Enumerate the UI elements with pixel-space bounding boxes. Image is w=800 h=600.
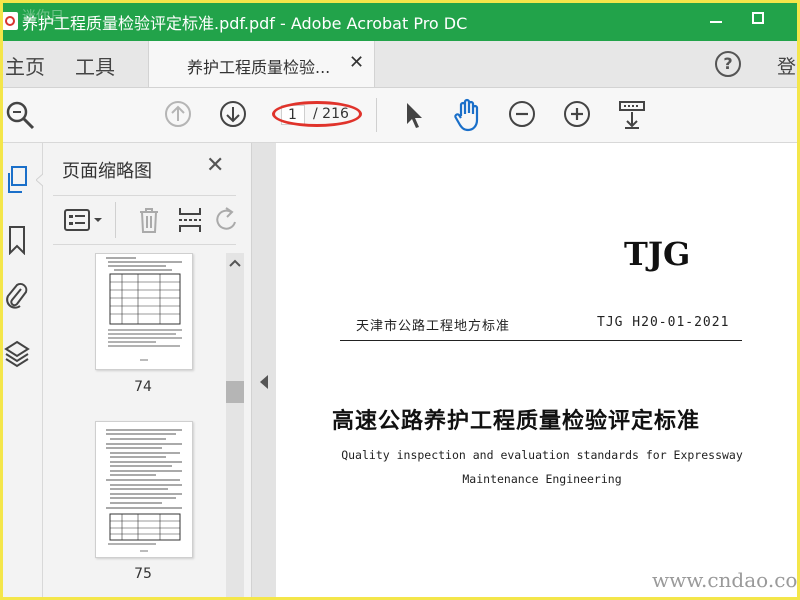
sign-in-link[interactable]: 登 (777, 52, 796, 79)
window-title: 养护工程质量检验评定标准.pdf.pdf - Adobe Acrobat Pro… (22, 14, 468, 33)
layers-icon[interactable] (3, 339, 31, 369)
delete-icon[interactable] (137, 206, 161, 234)
toolbar-divider (376, 98, 377, 132)
select-cursor-icon[interactable] (402, 100, 426, 130)
home-tab[interactable]: 主页 (5, 51, 45, 80)
thumbnail-page-number: 74 (134, 379, 152, 395)
bookmark-icon[interactable] (5, 225, 29, 255)
panel-title: 页面缩略图 (62, 161, 152, 182)
search-zoom-icon[interactable] (4, 99, 36, 131)
minimize-icon[interactable] (705, 10, 727, 30)
document-title-en-line2: Maintenance Engineering (462, 472, 622, 486)
hand-tool-icon[interactable] (452, 98, 484, 132)
document-tab-label: 养护工程质量检验... (187, 58, 331, 77)
scroll-up-icon[interactable] (229, 259, 241, 267)
navigation-rail (0, 143, 44, 600)
title-bar: 养护工程质量检验评定标准.pdf.pdf - Adobe Acrobat Pro… (0, 0, 800, 41)
pdf-app-icon (2, 12, 18, 30)
thumbnails-list: 74 75 (43, 253, 225, 600)
scroll-mode-icon[interactable] (617, 100, 647, 130)
tab-bar: 主页 工具 养护工程质量检验... ✕ ? 登 (0, 41, 800, 88)
page-number-highlight (272, 101, 362, 127)
site-watermark: www.cndao.com (652, 568, 800, 592)
thumbnail-page[interactable] (95, 253, 193, 370)
thumbnail-options-icon[interactable] (63, 208, 103, 232)
main-toolbar: 1 / 216 (0, 88, 800, 143)
thumbnails-panel: 页面缩略图 ✕ 74 75 (43, 143, 251, 600)
scrollbar-thumb[interactable] (226, 381, 244, 403)
watermark-top: 迷你日 (22, 9, 64, 25)
extract-icon[interactable] (177, 206, 203, 234)
thumbnail-page-number: 75 (134, 566, 152, 582)
attachment-icon[interactable] (4, 279, 30, 311)
standard-code: TJG H20-01-2021 (597, 315, 730, 330)
thumbnail-page[interactable] (95, 421, 193, 558)
document-tab[interactable]: 养护工程质量检验... ✕ (148, 41, 375, 87)
next-page-icon[interactable] (219, 100, 247, 128)
rotate-icon[interactable] (215, 206, 237, 234)
collapse-arrow-icon (260, 375, 268, 389)
prev-page-icon[interactable] (164, 100, 192, 128)
header-rule (340, 340, 742, 341)
tools-tab[interactable]: 工具 (75, 51, 115, 80)
thumbnails-scrollbar[interactable] (226, 253, 244, 600)
standard-organization: 天津市公路工程地方标准 (356, 319, 511, 334)
maximize-icon[interactable] (752, 12, 764, 24)
panel-collapse-handle[interactable] (251, 143, 277, 600)
help-icon[interactable]: ? (715, 51, 741, 77)
panel-toolbar-divider (115, 202, 116, 238)
thumbnail-preview (106, 429, 182, 552)
page-thumbnails-icon[interactable] (5, 165, 31, 195)
panel-toolbar (53, 195, 236, 245)
zoom-out-icon[interactable] (508, 100, 536, 128)
standard-mark: TJG (624, 235, 691, 273)
tab-close-icon[interactable]: ✕ (349, 52, 364, 73)
zoom-in-icon[interactable] (563, 100, 591, 128)
panel-close-icon[interactable]: ✕ (206, 153, 224, 178)
document-page: TJG 天津市公路工程地方标准 TJG H20-01-2021 高速公路养护工程… (276, 143, 800, 600)
document-title-cn: 高速公路养护工程质量检验评定标准 (331, 409, 700, 434)
document-title-en-line1: Quality inspection and evaluation standa… (341, 448, 743, 462)
thumbnail-preview (106, 257, 182, 361)
